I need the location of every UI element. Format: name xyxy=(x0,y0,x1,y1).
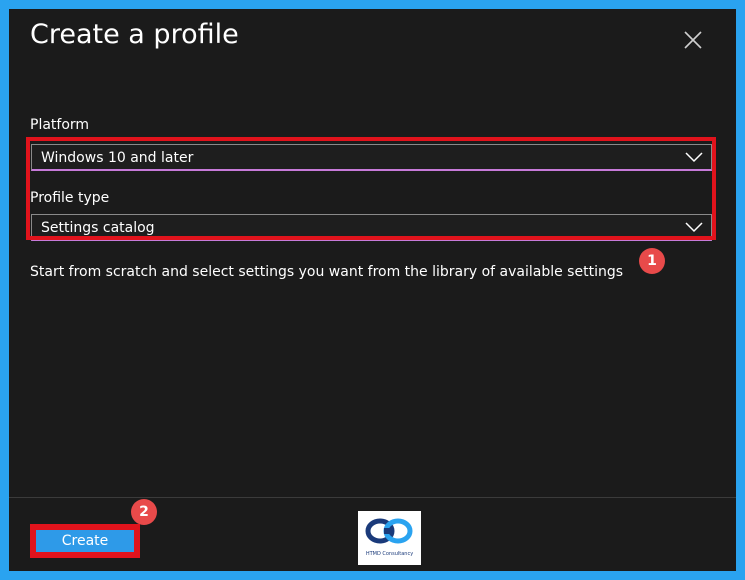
footer-divider xyxy=(9,497,736,498)
create-button[interactable]: Create xyxy=(36,530,134,552)
step-badge-1: 1 xyxy=(639,248,665,274)
platform-label: Platform xyxy=(30,117,90,133)
htmd-logo: HTMD Consultancy xyxy=(358,511,421,565)
logo-text: HTMD Consultancy xyxy=(365,551,414,557)
dialog-title: Create a profile xyxy=(30,19,239,50)
close-icon[interactable] xyxy=(682,29,704,51)
highlight-box xyxy=(26,137,716,240)
create-profile-dialog: Create a profile Platform Windows 10 and… xyxy=(9,9,736,571)
step-badge-2: 2 xyxy=(131,499,157,525)
profile-description: Start from scratch and select settings y… xyxy=(30,264,624,280)
logo-mark-icon xyxy=(365,518,413,544)
create-button-highlight: Create xyxy=(30,524,140,558)
